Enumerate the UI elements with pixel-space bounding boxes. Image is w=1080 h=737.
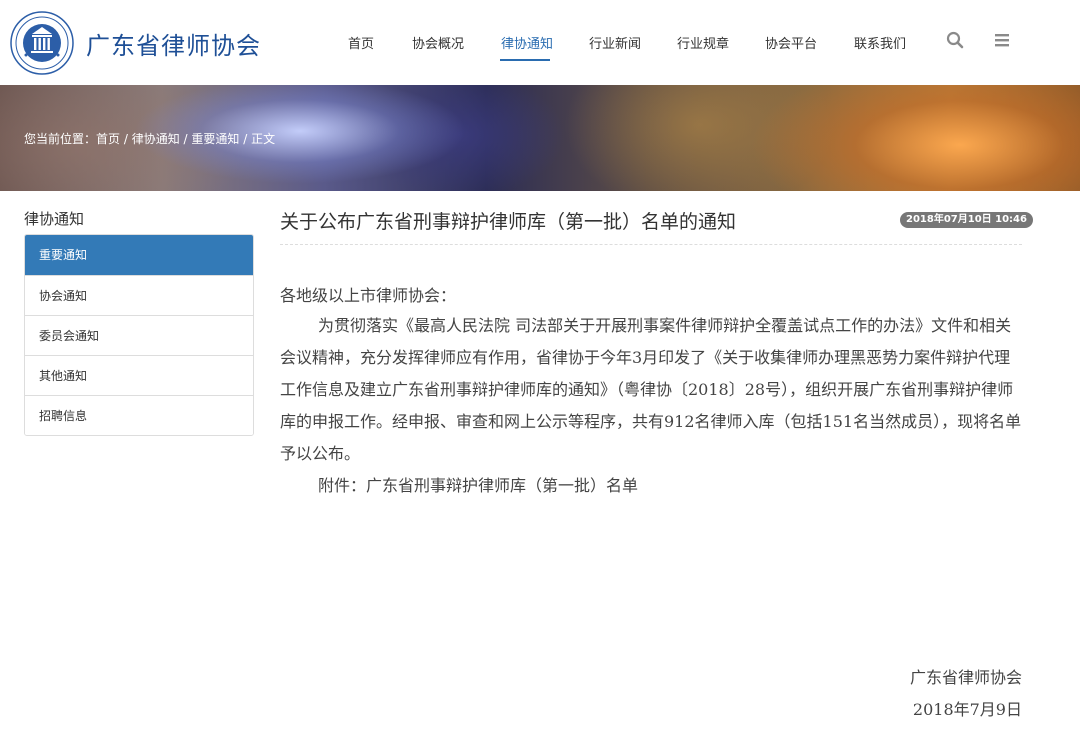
search-icon[interactable] xyxy=(945,30,965,50)
association-seal-logo[interactable] xyxy=(10,11,74,75)
nav-home[interactable]: 首页 xyxy=(348,33,374,52)
breadcrumb-current: 正文 xyxy=(251,132,276,146)
publish-date-badge: 2018年07月10日 10:46 xyxy=(900,212,1033,228)
signature-org: 广东省律师协会 xyxy=(909,668,1022,687)
nav-industry-news[interactable]: 行业新闻 xyxy=(589,33,641,52)
active-nav-indicator xyxy=(500,59,550,61)
breadcrumb-separator: / xyxy=(120,132,132,146)
breadcrumb: 您当前位置：首页 / 律协通知 / 重要通知 / 正文 xyxy=(24,130,275,147)
article-title: 关于公布广东省刑事辩护律师库（第一批）名单的通知 xyxy=(280,211,737,233)
sidebar-item-recruitment[interactable]: 招聘信息 xyxy=(25,395,253,435)
signature-block: 广东省律师协会 2018年7月9日 xyxy=(910,662,1022,726)
site-title[interactable]: 广东省律师协会 xyxy=(86,26,261,61)
breadcrumb-home[interactable]: 首页 xyxy=(96,132,120,146)
sidebar-item-association[interactable]: 协会通知 xyxy=(25,275,253,315)
breadcrumb-notices[interactable]: 律协通知 xyxy=(132,132,180,146)
sidebar-title: 律协通知 xyxy=(24,210,85,228)
site-header: 广东省律师协会 首页 协会概况 律协通知 行业新闻 行业规章 协会平台 联系我们 xyxy=(0,0,1080,85)
menu-icon[interactable] xyxy=(993,30,1013,50)
salutation: 各地级以上市律师协会： xyxy=(280,286,457,305)
nav-contact[interactable]: 联系我们 xyxy=(854,33,906,52)
sidebar-item-committee[interactable]: 委员会通知 xyxy=(25,315,253,355)
nav-about[interactable]: 协会概况 xyxy=(412,33,464,52)
signature-date: 2018年7月9日 xyxy=(912,700,1022,719)
attachment-link[interactable]: 附件：广东省刑事辩护律师库（第一批）名单 xyxy=(280,470,1025,502)
article-body: 各地级以上市律师协会： 为贯彻落实《最高人民法院 司法部关于开展刑事案件律师辩护… xyxy=(280,280,1025,502)
title-divider xyxy=(280,244,1022,245)
breadcrumb-separator: / xyxy=(179,132,192,146)
nav-notices[interactable]: 律协通知 xyxy=(501,33,553,52)
breadcrumb-prefix: 您当前位置： xyxy=(24,132,97,146)
nav-regulations[interactable]: 行业规章 xyxy=(677,33,729,52)
body-paragraph: 为贯彻落实《最高人民法院 司法部关于开展刑事案件律师辩护全覆盖试点工作的办法》文… xyxy=(280,316,1022,463)
breadcrumb-important[interactable]: 重要通知 xyxy=(191,132,239,146)
nav-platform[interactable]: 协会平台 xyxy=(765,33,817,52)
sidebar-menu: 重要通知 协会通知 委员会通知 其他通知 招聘信息 xyxy=(24,234,254,436)
sidebar-item-other[interactable]: 其他通知 xyxy=(25,355,253,395)
breadcrumb-separator: / xyxy=(239,132,252,146)
sidebar-item-important[interactable]: 重要通知 xyxy=(25,235,253,275)
